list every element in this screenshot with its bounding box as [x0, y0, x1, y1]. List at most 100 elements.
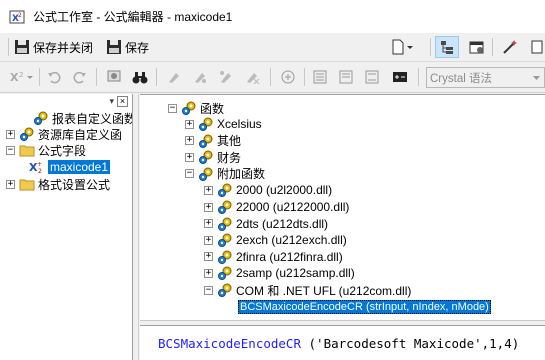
func-tree-item[interactable]: +2finra (u212finra.dll)	[204, 249, 343, 265]
toggle-bookmark-button[interactable]	[164, 66, 184, 88]
edit-toolbar: X 2 Crystal 语法	[0, 63, 545, 93]
find-button[interactable]	[130, 66, 150, 88]
chevron-down-icon	[533, 76, 540, 80]
binoculars-icon	[132, 72, 148, 84]
tree-view-icon	[441, 41, 453, 54]
func-tree-item[interactable]: − COM 和 .NET UFL (u212com.dll)	[204, 282, 411, 298]
syntax-value: Crystal 语法	[430, 72, 492, 85]
left-tree-item[interactable]: + 格式设置公式	[6, 176, 110, 192]
gear-icon	[218, 266, 232, 281]
redo-button[interactable]	[70, 66, 90, 88]
expand-toggle-icon[interactable]: +	[6, 179, 15, 189]
new-document-icon	[392, 39, 404, 55]
prev-bookmark-icon	[220, 71, 231, 83]
func-tree-item[interactable]: + 财务	[185, 149, 241, 165]
left-tree-label: 格式设置公式	[38, 177, 111, 192]
functions-button[interactable]	[362, 66, 382, 88]
properties-button[interactable]	[467, 36, 487, 58]
gear-icon	[199, 150, 213, 165]
magic-wand-icon	[503, 40, 517, 54]
operators-icon	[393, 72, 407, 82]
collapse-toggle-icon[interactable]: −	[168, 103, 177, 113]
next-bookmark-button[interactable]	[190, 66, 210, 88]
collapse-toggle-icon[interactable]: −	[185, 169, 194, 179]
dropdown-arrow-icon	[407, 46, 413, 49]
expand-toggle-icon[interactable]: +	[6, 129, 15, 139]
expand-toggle-icon[interactable]: +	[204, 185, 213, 195]
func-tree-label: 2000 (u2l2000.dll)	[236, 183, 333, 198]
svg-text:+: +	[37, 161, 42, 168]
expand-toggle-icon[interactable]: −	[6, 145, 15, 155]
svg-text:X: X	[10, 71, 19, 84]
browse-data-button[interactable]	[104, 66, 124, 88]
save-and-close-label: 保存并关闭	[33, 40, 94, 55]
sort-button[interactable]	[310, 66, 330, 88]
expand-toggle-icon[interactable]: +	[204, 202, 213, 212]
save-label: 保存	[125, 40, 150, 55]
func-tree-item[interactable]: +2000 (u2l2000.dll)	[204, 182, 332, 198]
left-tree-item[interactable]: + 资源库自定义函	[6, 126, 122, 142]
gear-icon	[218, 217, 232, 231]
left-tree-label: 资源库自定义函	[38, 127, 123, 142]
func-tree-item[interactable]: − 附加函数	[185, 166, 265, 182]
func-tree-item[interactable]: +2dts (u212dts.dll)	[204, 216, 328, 232]
gear-icon	[34, 111, 48, 125]
left-tree-item[interactable]: X +2 maxicode1	[16, 159, 111, 175]
expand-toggle-icon[interactable]: +	[185, 119, 194, 129]
formula-editor[interactable]: BCSMaxicodeEncodeCR ('Barcodesoft Maxico…	[140, 326, 545, 360]
expand-toggle-icon[interactable]: +	[185, 136, 194, 146]
vertical-splitter[interactable]	[134, 94, 139, 360]
func-tree-item[interactable]: + 其他	[185, 133, 241, 149]
func-tree-label: 2samp (u212samp.dll)	[236, 266, 355, 281]
save-and-close-button[interactable]: 保存并关闭	[12, 36, 95, 58]
collapse-toggle-icon[interactable]: −	[204, 285, 213, 295]
workshop-tree-pane: ▾ × 报表自定义函数 + 资源库自定义函 − 公式字段 X +2 maxicode1 + 格式设…	[0, 94, 133, 360]
more-button[interactable]	[528, 36, 545, 58]
workshop-tree-toggle[interactable]	[435, 36, 459, 58]
func-tree-root[interactable]: − 函数	[168, 100, 224, 116]
func-tree-item[interactable]: +2exch (u212exch.dll)	[204, 232, 347, 248]
gear-icon	[20, 127, 34, 141]
expand-toggle-icon[interactable]: +	[204, 252, 213, 262]
formula-app-icon: X 2	[9, 10, 25, 24]
overflow-icon	[531, 40, 543, 54]
left-tree-item[interactable]: − 公式字段	[6, 142, 86, 158]
func-tree-label: 其他	[217, 134, 242, 149]
expand-toggle-icon[interactable]: +	[204, 219, 213, 229]
func-tree-label: 财务	[217, 150, 242, 165]
bookmark-icon	[169, 73, 179, 83]
operators-button[interactable]	[390, 66, 410, 88]
left-tree-label: 公式字段	[38, 143, 87, 158]
expert-button[interactable]	[500, 36, 520, 58]
func-tree-item[interactable]: +22000 (u2122000.dll)	[204, 199, 349, 215]
new-button[interactable]	[388, 36, 416, 58]
comment-button[interactable]	[278, 66, 298, 88]
func-tree-item[interactable]: +2samp (u212samp.dll)	[204, 265, 355, 281]
func-tree-item[interactable]: + Xcelsius	[185, 116, 262, 132]
func-tree-label: Xcelsius	[217, 117, 262, 131]
syntax-select[interactable]: Crystal 语法	[426, 67, 545, 88]
svg-text:2: 2	[38, 168, 42, 175]
fields-button[interactable]	[336, 66, 356, 88]
function-call-name: BCSMaxicodeEncodeCR	[158, 336, 301, 351]
function-tree-pane: − 函数 + Xcelsius + 其他 + 财务 − 附加函数 +2000 (u2l2000.dl…	[140, 94, 545, 320]
func-tree-root-label: 函数	[200, 101, 225, 116]
expand-toggle-icon[interactable]: +	[204, 268, 213, 278]
selected-function-item[interactable]: BCSMaxicodeEncodeCR (strInput, nIndex, n…	[238, 299, 491, 315]
close-pane-button[interactable]: ×	[117, 96, 128, 107]
gear-icon	[218, 233, 232, 248]
expand-toggle-icon[interactable]: +	[185, 152, 194, 162]
prev-bookmark-button[interactable]	[216, 66, 236, 88]
folder-icon	[19, 145, 35, 157]
save-button[interactable]: 保存	[104, 36, 151, 58]
pane-header: ▾ ×	[0, 94, 130, 108]
save-icon	[107, 40, 121, 54]
expand-toggle-icon[interactable]: +	[204, 235, 213, 245]
undo-button[interactable]	[44, 66, 64, 88]
check-button[interactable]: X 2	[8, 66, 36, 88]
pin-icon[interactable]: ▾	[109, 96, 114, 107]
clear-bookmarks-button[interactable]	[242, 66, 262, 88]
formula-text[interactable]: BCSMaxicodeEncodeCR ('Barcodesoft Maxico…	[158, 336, 519, 351]
left-tree-item[interactable]: 报表自定义函数	[20, 110, 132, 126]
window-title: 公式工作室 - 公式編輯器 - maxicode1	[33, 10, 233, 24]
